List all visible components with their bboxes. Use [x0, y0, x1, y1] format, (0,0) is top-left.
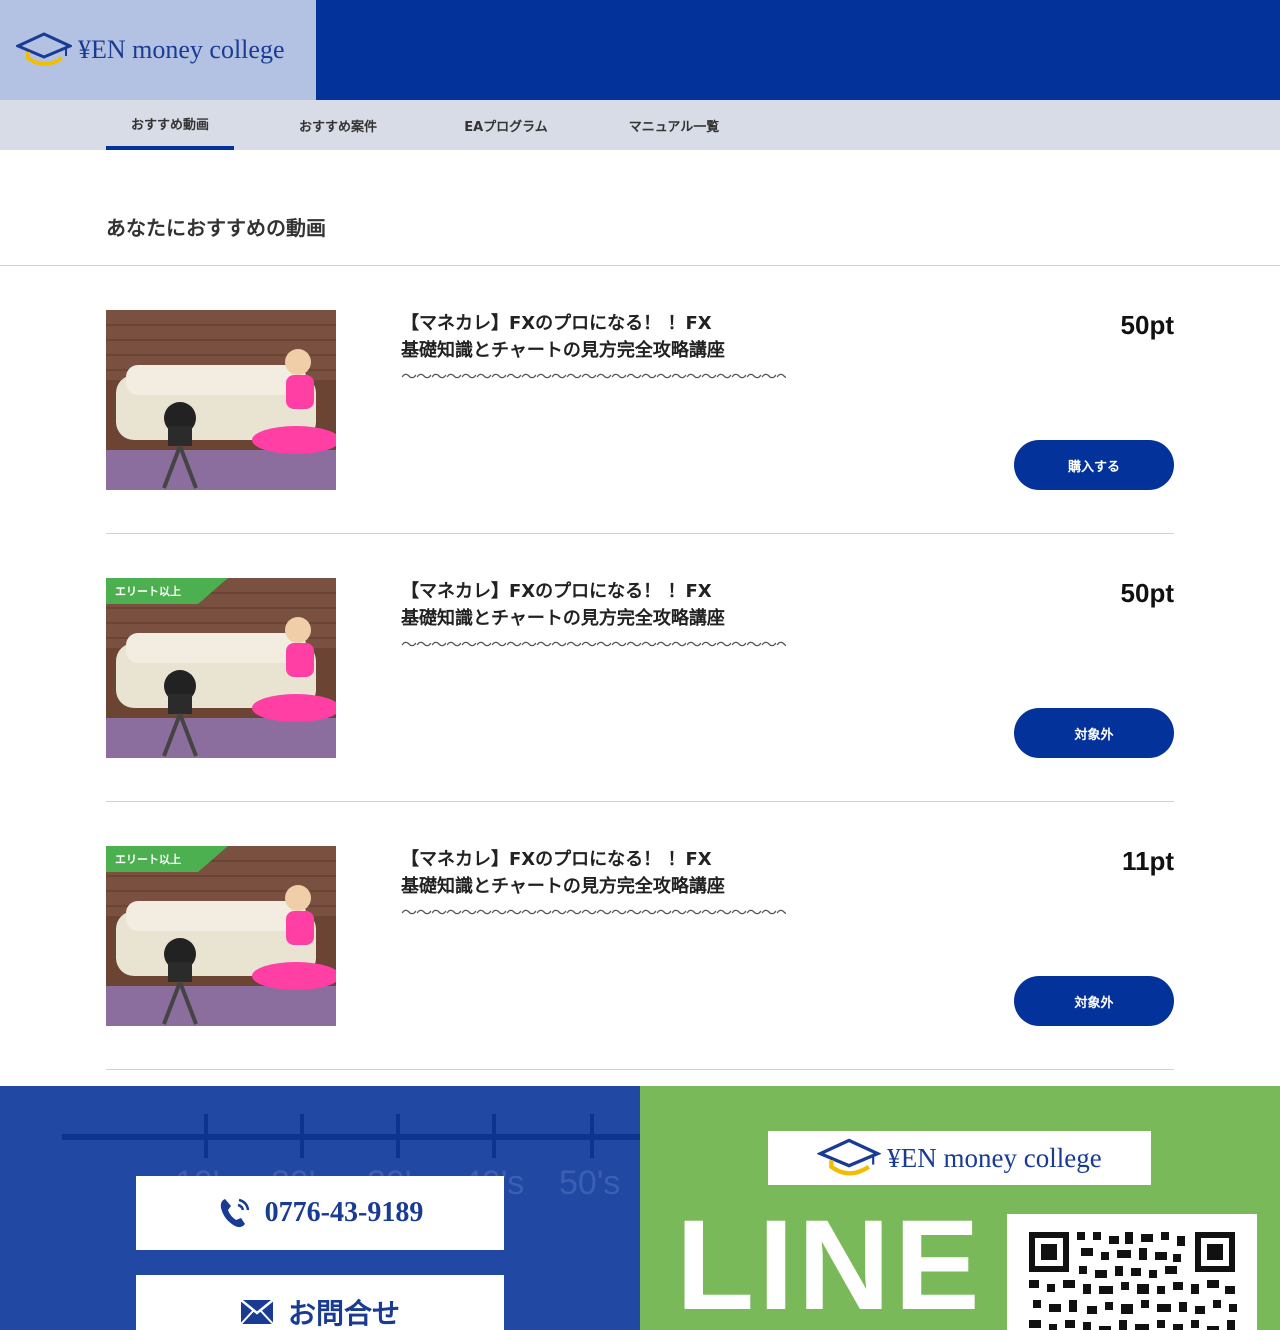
phone-number: 0776-43-9189: [264, 1197, 424, 1228]
logo-text: ¥EN money college: [78, 35, 285, 64]
tab-ea-program[interactable]: EAプログラム: [442, 100, 570, 150]
thumbnail-image: [106, 310, 336, 490]
tier-badge: エリート以上: [106, 846, 228, 872]
tier-badge: エリート以上: [106, 578, 228, 604]
timeline-tick: [300, 1114, 304, 1158]
badge-label: エリート以上: [115, 585, 181, 598]
timeline-tick: [396, 1114, 400, 1158]
mortarboard-icon: [16, 32, 72, 66]
video-title[interactable]: 【マネカレ】FXのプロになる！ ！FX 基礎知識とチャートの見方完全攻略講座: [401, 310, 821, 364]
not-eligible-button[interactable]: 対象外: [1014, 708, 1174, 758]
video-thumbnail[interactable]: [106, 310, 336, 490]
thumbnail-image: [106, 846, 336, 1026]
logo-area[interactable]: ¥EN money college: [0, 0, 316, 100]
purchase-button[interactable]: 購入する: [1014, 440, 1174, 490]
video-price: 50pt: [1120, 310, 1174, 340]
mortarboard-icon: [817, 1138, 882, 1176]
thumbnail-image: [106, 578, 336, 758]
video-description: 〜〜〜〜〜〜〜〜〜〜〜〜〜〜〜〜〜〜〜〜〜〜〜〜〜〜〜〜〜〜〜〜〜〜〜〜〜〜〜〜…: [401, 903, 786, 922]
phone-icon: [220, 1198, 249, 1228]
site-header: ¥EN money college: [0, 0, 1280, 100]
contact-label: お問合せ: [287, 1299, 400, 1330]
video-item: 【マネカレ】FXのプロになる！ ！FX 基礎知識とチャートの見方完全攻略講座 〜…: [106, 266, 1174, 490]
footer-line-banner[interactable]: ¥EN money college LINE: [640, 1086, 1280, 1330]
decorative-timeline: [62, 1134, 640, 1140]
tab-recommended-deals[interactable]: おすすめ案件: [274, 100, 402, 150]
tab-recommended-videos[interactable]: おすすめ動画: [106, 100, 234, 150]
video-thumbnail[interactable]: エリート以上: [106, 578, 336, 758]
site-logo[interactable]: ¥EN money college: [16, 30, 285, 70]
line-wordmark: LINE: [676, 1194, 984, 1330]
timeline-tick: [492, 1114, 496, 1158]
badge-label: エリート以上: [115, 853, 181, 866]
contact-button[interactable]: お問合せ: [136, 1275, 504, 1330]
footer-contact: 10's 20's 30's 40's 50's 0776-43-9189 お問…: [0, 1086, 640, 1330]
tab-manual-list[interactable]: マニュアル一覧: [610, 100, 738, 150]
logo-text: ¥EN money college: [887, 1142, 1102, 1173]
video-item: エリート以上 【マネカレ】FXのプロになる！ ！FX 基礎知識とチャートの見方完…: [106, 802, 1174, 1026]
video-title[interactable]: 【マネカレ】FXのプロになる！ ！FX 基礎知識とチャートの見方完全攻略講座: [401, 846, 821, 900]
video-price: 50pt: [1120, 578, 1174, 608]
video-description: 〜〜〜〜〜〜〜〜〜〜〜〜〜〜〜〜〜〜〜〜〜〜〜〜〜〜〜〜〜〜〜〜〜〜〜〜〜〜〜〜…: [401, 367, 786, 386]
timeline-tick: [590, 1114, 594, 1158]
video-price: 11pt: [1121, 846, 1174, 876]
video-item: エリート以上 【マネカレ】FXのプロになる！ ！FX 基礎知識とチャートの見方完…: [106, 534, 1174, 758]
timeline-tick: [204, 1114, 208, 1158]
video-thumbnail[interactable]: エリート以上: [106, 846, 336, 1026]
phone-button[interactable]: 0776-43-9189: [136, 1176, 504, 1250]
mail-icon: [240, 1299, 274, 1325]
line-banner-logo: ¥EN money college: [768, 1131, 1151, 1185]
main-nav: おすすめ動画 おすすめ案件 EAプログラム マニュアル一覧: [0, 100, 1280, 150]
divider: [106, 1069, 1174, 1070]
qr-code[interactable]: [1007, 1214, 1257, 1330]
video-title[interactable]: 【マネカレ】FXのプロになる！ ！FX 基礎知識とチャートの見方完全攻略講座: [401, 578, 821, 632]
qr-code-image: [1007, 1214, 1257, 1330]
timeline-label: 50's: [559, 1164, 621, 1202]
video-description: 〜〜〜〜〜〜〜〜〜〜〜〜〜〜〜〜〜〜〜〜〜〜〜〜〜〜〜〜〜〜〜〜〜〜〜〜〜〜〜〜…: [401, 635, 786, 654]
not-eligible-button[interactable]: 対象外: [1014, 976, 1174, 1026]
page-title: あなたにおすすめの動画: [106, 216, 326, 240]
